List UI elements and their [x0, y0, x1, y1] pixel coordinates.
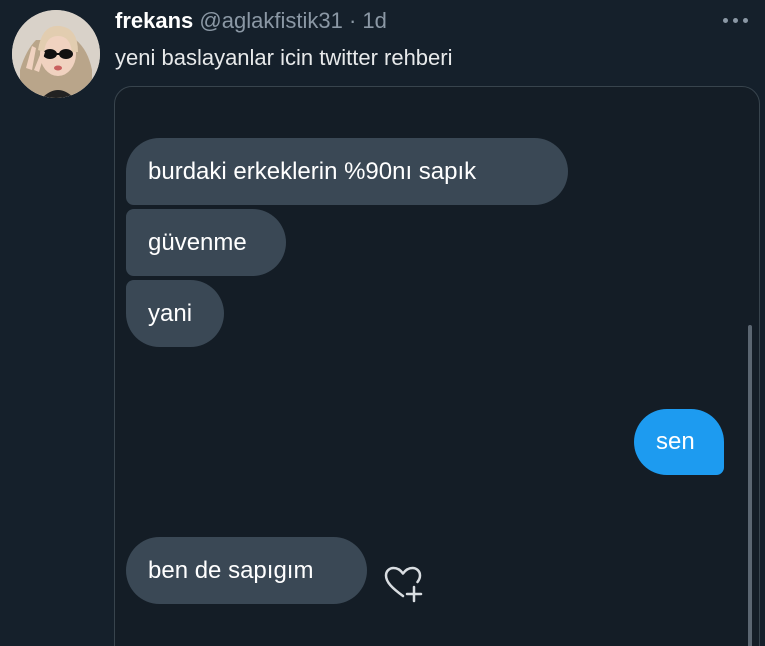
avatar[interactable] [12, 10, 100, 98]
react-button[interactable] [382, 563, 424, 605]
tweet: frekans @aglakfistik31 · 1d yeni baslaya… [0, 0, 765, 646]
chat-bubble-received: yani [126, 280, 224, 347]
chat-bubble-received: güvenme [126, 209, 286, 276]
chat-bubble-sent: sen [634, 409, 724, 475]
more-dot [742, 17, 748, 23]
display-name[interactable]: frekans [115, 8, 193, 33]
user-handle[interactable]: @aglakfistik31 [199, 8, 342, 33]
chat-bubble-received: burdaki erkeklerin %90nı sapık [126, 138, 568, 205]
scrollbar[interactable] [748, 325, 752, 646]
more-horizontal-icon [722, 17, 728, 23]
more-dot [732, 17, 738, 23]
avatar-image [12, 10, 100, 98]
meta-separator: · [348, 8, 357, 33]
more-options-button[interactable] [715, 8, 755, 32]
chat-bubble-received: ben de sapıgım [126, 537, 367, 604]
heart-plus-icon [384, 566, 423, 603]
tweet-text: yeni baslayanlar icin twitter rehberi [115, 45, 453, 70]
tweet-media-screenshot[interactable]: burdaki erkeklerin %90nı sapık güvenme y… [114, 86, 760, 646]
tweet-header: frekans @aglakfistik31 · 1d [115, 8, 705, 34]
tweet-age[interactable]: 1d [362, 8, 386, 33]
